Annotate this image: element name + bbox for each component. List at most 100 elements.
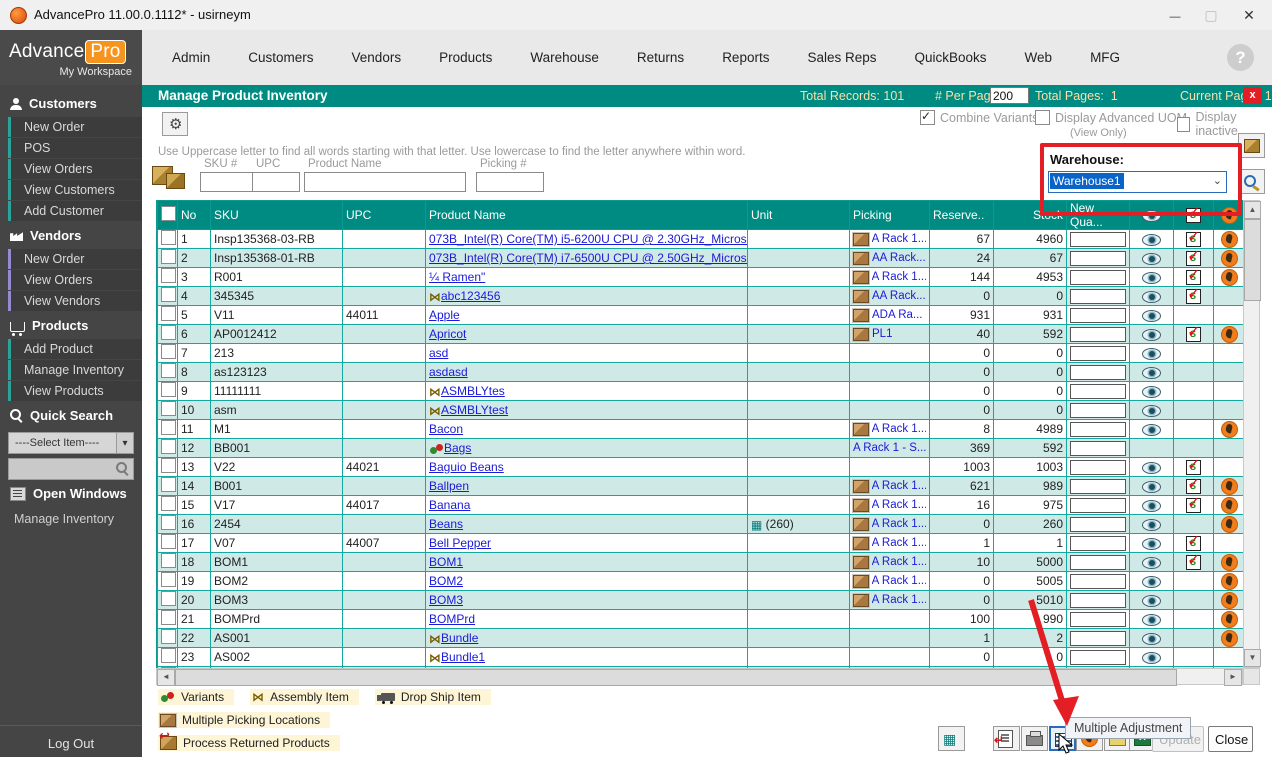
product-link[interactable]: Bacon [429,422,463,436]
eye-icon[interactable] [1142,519,1161,531]
adjustment-icon[interactable] [1221,516,1238,533]
adjustment-icon[interactable] [1221,573,1238,590]
col-new-quantity[interactable]: New Qua... [1067,201,1130,230]
new-quantity-input[interactable] [1070,479,1126,494]
warehouse-select[interactable]: Warehouse1 ⌄ [1048,171,1227,193]
picking-location[interactable]: A Rack 1... [853,423,926,436]
eye-icon[interactable] [1142,348,1161,360]
eye-icon[interactable] [1142,633,1161,645]
row-checkbox[interactable] [161,610,176,625]
instock-check-icon[interactable] [1186,479,1201,494]
new-quantity-input[interactable] [1070,365,1126,380]
row-checkbox[interactable] [161,553,176,568]
new-quantity-input[interactable] [1070,403,1126,418]
close-window-icon[interactable] [1234,4,1264,26]
adjustment-icon[interactable] [1221,611,1238,628]
picking-location[interactable]: A Rack 1... [853,556,926,569]
product-name-search-input[interactable] [304,172,466,192]
row-checkbox[interactable] [161,344,176,359]
eye-icon[interactable] [1142,291,1161,303]
eye-icon[interactable] [1142,614,1161,626]
row-checkbox[interactable] [161,458,176,473]
product-link[interactable]: BOM3 [429,593,463,607]
picking-location[interactable]: A Rack 1... [853,518,926,531]
new-quantity-input[interactable] [1070,517,1126,532]
combine-variants-checkbox[interactable] [920,110,935,125]
open-window-manage-inventory[interactable]: Manage Inventory [14,512,142,526]
adjustment-icon[interactable] [1221,269,1238,286]
grid-search-button[interactable]: ▦ [938,726,965,751]
product-link[interactable]: Baguio Beans [429,460,504,474]
new-quantity-input[interactable] [1070,422,1126,437]
new-quantity-input[interactable] [1070,650,1126,665]
transfer-report-button[interactable] [993,726,1020,751]
instock-check-icon[interactable] [1186,232,1201,247]
product-link[interactable]: BOMPrd [429,612,475,626]
eye-icon[interactable] [1142,367,1161,379]
row-checkbox[interactable] [161,230,176,245]
adjustment-icon[interactable] [1221,592,1238,609]
sidebar-item-products-view-products[interactable]: View Products [8,381,142,401]
eye-icon[interactable] [1142,386,1161,398]
product-link[interactable]: 073B_Intel(R) Core(TM) i7-6500U CPU @ 2.… [429,251,748,265]
menu-item-customers[interactable]: Customers [248,50,313,65]
menu-item-warehouse[interactable]: Warehouse [530,50,599,65]
new-quantity-input[interactable] [1070,498,1126,513]
row-checkbox[interactable] [161,382,176,397]
col-sku[interactable]: SKU [211,201,343,230]
picking-location[interactable]: A Rack 1... [853,271,926,284]
eye-icon[interactable] [1142,500,1161,512]
col-reserve[interactable]: Reserve.. [930,201,994,230]
new-quantity-input[interactable] [1070,441,1126,456]
product-link[interactable]: BOM1 [429,555,463,569]
new-quantity-input[interactable] [1070,346,1126,361]
sidebar-item-customers-view-customers[interactable]: View Customers [8,180,142,200]
adjustment-icon[interactable] [1221,326,1238,343]
product-link[interactable]: Bundle [441,631,478,645]
instock-check-icon[interactable] [1186,289,1201,304]
eye-icon[interactable] [1142,329,1161,341]
logout-button[interactable]: Log Out [0,725,142,751]
product-link[interactable]: 073B_Intel(R) Core(TM) i5-6200U CPU @ 2.… [429,232,748,246]
eye-icon[interactable] [1142,595,1161,607]
product-link[interactable]: Ballpen [429,479,469,493]
row-checkbox[interactable] [161,287,176,302]
row-checkbox[interactable] [161,306,176,321]
instock-check-icon[interactable] [1186,460,1201,475]
scroll-left-icon[interactable]: ◄ [157,669,175,686]
menu-item-reports[interactable]: Reports [722,50,769,65]
new-quantity-input[interactable] [1070,555,1126,570]
picking-location[interactable]: A Rack 1... [853,499,926,512]
eye-icon[interactable] [1142,253,1161,265]
product-link[interactable]: Banana [429,498,470,512]
col-picking[interactable]: Picking [850,201,930,230]
new-quantity-input[interactable] [1070,327,1126,342]
product-link[interactable]: Apple [429,308,460,322]
sidebar-item-customers-view-orders[interactable]: View Orders [8,159,142,179]
instock-check-icon[interactable] [1186,498,1201,513]
picking-location[interactable]: PL1 [853,328,926,341]
product-link[interactable]: asd [429,346,448,360]
vertical-scrollbar[interactable]: ▲ ▼ [1243,200,1260,668]
select-all-checkbox[interactable] [161,206,176,221]
new-quantity-input[interactable] [1070,232,1126,247]
new-quantity-input[interactable] [1070,574,1126,589]
new-quantity-input[interactable] [1070,536,1126,551]
eye-icon[interactable] [1142,481,1161,493]
row-checkbox[interactable] [161,648,176,663]
col-stock[interactable]: Stock [994,201,1067,230]
picking-location[interactable]: A Rack 1... [853,480,926,493]
menu-item-admin[interactable]: Admin [172,50,210,65]
scroll-up-icon[interactable]: ▲ [1244,201,1261,219]
sidebar-item-products-manage-inventory[interactable]: Manage Inventory [8,360,142,380]
eye-icon[interactable] [1142,576,1161,588]
instock-check-icon[interactable] [1186,270,1201,285]
instock-check-icon[interactable] [1186,555,1201,570]
sidebar-item-customers-pos[interactable]: POS [8,138,142,158]
adjustment-icon[interactable] [1221,554,1238,571]
new-quantity-input[interactable] [1070,270,1126,285]
display-inactive-checkbox[interactable] [1177,117,1190,132]
row-checkbox[interactable] [161,534,176,549]
menu-item-products[interactable]: Products [439,50,492,65]
eye-icon[interactable] [1142,652,1161,664]
